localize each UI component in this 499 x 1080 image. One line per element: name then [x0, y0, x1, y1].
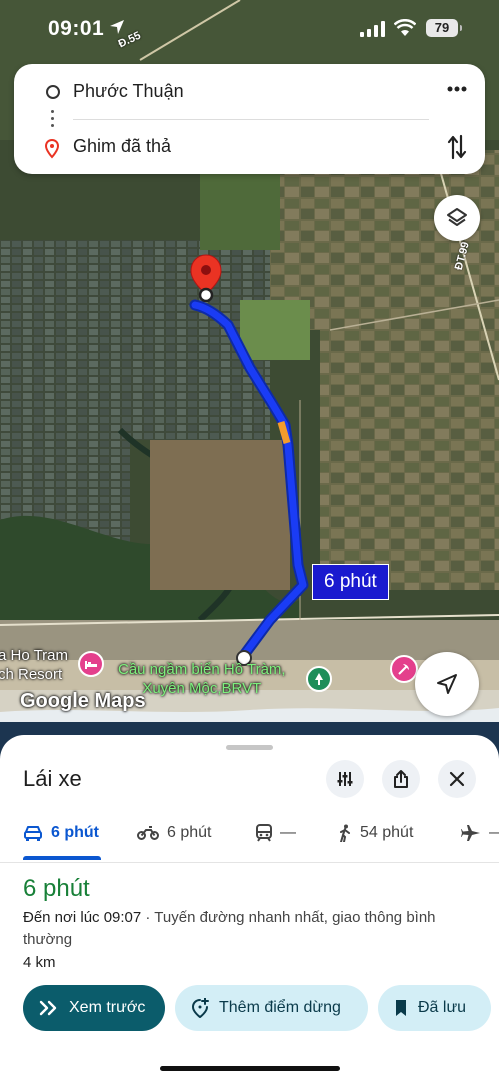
beach-icon[interactable]: [390, 655, 418, 683]
sliders-icon: [337, 772, 353, 786]
layers-button[interactable]: [434, 195, 480, 241]
arrival-time: Đến nơi lúc 09:07: [23, 909, 142, 926]
tab-flight[interactable]: —: [461, 824, 499, 842]
location-arrow-icon: [110, 20, 124, 34]
active-tab-indicator: [23, 856, 101, 860]
route-details: Đến nơi lúc 09:07 · Tuyến đường nhanh nh…: [23, 907, 463, 951]
battery-indicator: 79: [426, 19, 462, 37]
tab-drive-label: 6 phút: [51, 824, 99, 841]
directions-card: Phước Thuận Ghim đã thả: [14, 64, 485, 174]
preview-button[interactable]: Xem trước: [23, 985, 165, 1031]
saved-button[interactable]: Đã lưu: [378, 985, 491, 1031]
double-chevron-icon: [39, 1000, 57, 1016]
dropped-pin-icon[interactable]: [190, 254, 222, 302]
more-options-icon[interactable]: [447, 80, 467, 92]
motorbike-icon: [137, 826, 159, 840]
tab-walk-label: 54 phút: [360, 824, 414, 841]
close-icon: [449, 771, 465, 787]
preview-label: Xem trước: [69, 999, 146, 1016]
transit-icon: [256, 824, 272, 842]
tab-walk[interactable]: 54 phút: [338, 824, 413, 842]
swap-icon[interactable]: [447, 134, 467, 160]
google-maps-logo: Google Maps: [20, 690, 146, 712]
tab-motorbike-label: 6 phút: [167, 824, 212, 841]
route-distance: 4 km: [23, 954, 56, 971]
close-button[interactable]: [438, 760, 476, 798]
wifi-icon: [394, 19, 416, 36]
directions-sheet: Lái xe 6 phút 6 phút — 54 phút 6 phút Đế…: [0, 735, 499, 1080]
origin-field[interactable]: Phước Thuận: [14, 64, 485, 119]
tab-drive[interactable]: 6 phút: [23, 824, 99, 842]
signal-icon: [360, 21, 385, 37]
add-stop-label: Thêm điểm dừng: [219, 999, 341, 1016]
walk-icon: [340, 824, 350, 842]
destination-field[interactable]: Ghim đã thả: [14, 119, 485, 174]
add-stop-button[interactable]: Thêm điểm dừng: [175, 985, 368, 1031]
layers-icon: [447, 208, 467, 226]
origin-circle-icon: [46, 85, 60, 99]
sheet-drag-handle[interactable]: [226, 745, 273, 750]
saved-label: Đã lưu: [418, 999, 467, 1016]
flight-icon: [461, 825, 480, 841]
route-options-button[interactable]: [326, 760, 364, 798]
tab-transit[interactable]: —: [256, 824, 296, 842]
tab-motorbike[interactable]: 6 phút: [137, 824, 211, 842]
car-icon: [24, 826, 42, 841]
status-time: 09:01: [48, 17, 105, 40]
park-icon[interactable]: [306, 666, 332, 692]
add-stop-pin-icon: [191, 998, 209, 1018]
tab-flight-label: —: [489, 824, 499, 842]
origin-label: Phước Thuận: [73, 81, 184, 101]
status-bar: 09:01 79: [0, 0, 499, 58]
route-duration: 6 phút: [23, 875, 90, 902]
destination-pin-icon: [45, 139, 59, 159]
route-time-badge[interactable]: 6 phút: [312, 564, 389, 600]
share-button[interactable]: [382, 760, 420, 798]
poi-label-resort[interactable]: a Ho Tram ch Resort: [0, 646, 68, 684]
sheet-title: Lái xe: [23, 766, 82, 791]
navigate-button[interactable]: [415, 652, 479, 716]
destination-label: Ghim đã thả: [73, 136, 172, 156]
hotel-icon[interactable]: [78, 651, 104, 677]
share-icon: [394, 770, 408, 788]
home-indicator[interactable]: [160, 1066, 340, 1071]
bookmark-icon: [396, 1000, 406, 1016]
tab-transit-label: —: [280, 824, 296, 841]
navigation-arrow-icon: [437, 674, 457, 694]
